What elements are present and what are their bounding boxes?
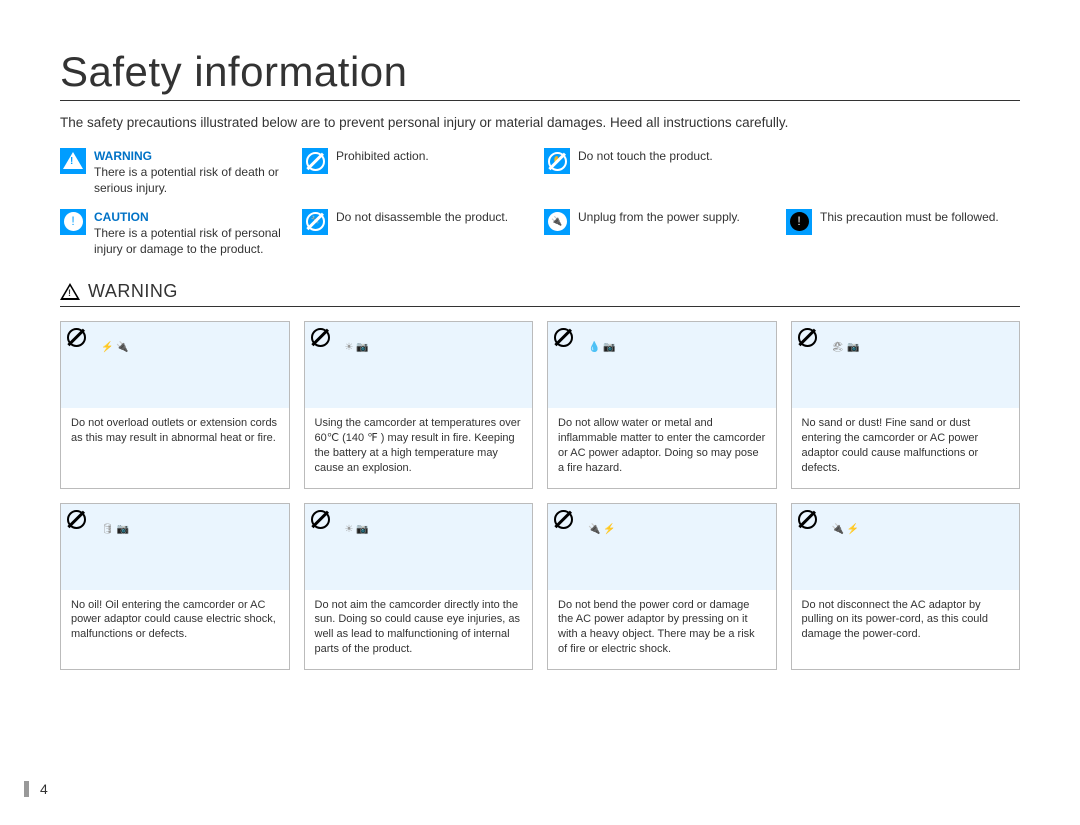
legend-grid: WARNING There is a potential risk of dea…	[60, 148, 1020, 257]
legend-no-disassemble: 🔧 Do not disassemble the product.	[302, 209, 536, 258]
legend-must-follow-text: This precaution must be followed.	[820, 209, 1020, 225]
card-text: Do not overload outlets or extension cor…	[61, 408, 289, 458]
card-text: Do not allow water or metal and inflamma…	[548, 408, 776, 487]
prohibited-icon	[302, 148, 328, 174]
prohibit-icon	[67, 328, 86, 347]
illustration: 🔌 ⚡	[832, 524, 860, 535]
illustration: 🔌 ⚡	[588, 524, 616, 535]
card-grid-row2: 🛢 📷 No oil! Oil entering the camcorder o…	[60, 503, 1020, 670]
prohibit-icon	[311, 510, 330, 529]
illustration: ☀ 📷	[345, 342, 369, 353]
intro-text: The safety precautions illustrated below…	[60, 115, 1020, 130]
illustration: 🏖 📷	[832, 342, 860, 353]
card-text: No sand or dust! Fine sand or dust enter…	[792, 408, 1020, 487]
page-edge-marker	[24, 781, 29, 797]
legend-warning-label: WARNING	[94, 148, 294, 164]
legend-warning-text: There is a potential risk of death or se…	[94, 164, 294, 196]
prohibit-icon	[554, 510, 573, 529]
unplug-icon: 🔌	[544, 209, 570, 235]
legend-prohibited-text: Prohibited action.	[336, 148, 536, 164]
no-touch-icon: ✋	[544, 148, 570, 174]
prohibit-icon	[798, 510, 817, 529]
page-number: 4	[40, 781, 48, 797]
card-sand-dust: 🏖 📷 No sand or dust! Fine sand or dust e…	[791, 321, 1021, 488]
no-disassemble-icon: 🔧	[302, 209, 328, 235]
card-grid-row1: ⚡ 🔌 Do not overload outlets or extension…	[60, 321, 1020, 488]
warning-section-icon: !	[60, 283, 80, 300]
caution-circle-icon: !	[60, 209, 86, 235]
legend-caution: ! CAUTION There is a potential risk of p…	[60, 209, 294, 258]
legend-no-disassemble-text: Do not disassemble the product.	[336, 209, 536, 225]
warning-section-title: WARNING	[88, 281, 178, 302]
card-text: Do not aim the camcorder directly into t…	[305, 590, 533, 669]
legend-warning: WARNING There is a potential risk of dea…	[60, 148, 294, 197]
card-water-metal: 💧 📷 Do not allow water or metal and infl…	[547, 321, 777, 488]
illustration: 🛢 📷	[101, 524, 129, 535]
card-overload: ⚡ 🔌 Do not overload outlets or extension…	[60, 321, 290, 488]
card-text: Do not bend the power cord or damage the…	[548, 590, 776, 669]
card-oil: 🛢 📷 No oil! Oil entering the camcorder o…	[60, 503, 290, 670]
prohibit-icon	[798, 328, 817, 347]
card-temperature: ☀ 📷 Using the camcorder at temperatures …	[304, 321, 534, 488]
legend-caution-text: There is a potential risk of personal in…	[94, 225, 294, 257]
must-follow-icon: !	[786, 209, 812, 235]
legend-caution-label: CAUTION	[94, 209, 294, 225]
card-text: No oil! Oil entering the camcorder or AC…	[61, 590, 289, 655]
legend-no-touch-text: Do not touch the product.	[578, 148, 778, 164]
prohibit-icon	[311, 328, 330, 347]
illustration: ☀ 📷	[345, 524, 369, 535]
illustration: 💧 📷	[588, 342, 616, 353]
warning-triangle-icon	[60, 148, 86, 174]
legend-unplug-text: Unplug from the power supply.	[578, 209, 778, 225]
card-sun: ☀ 📷 Do not aim the camcorder directly in…	[304, 503, 534, 670]
legend-no-touch: ✋ Do not touch the product.	[544, 148, 778, 197]
prohibit-icon	[67, 510, 86, 529]
page-title: Safety information	[60, 48, 1020, 101]
prohibit-icon	[554, 328, 573, 347]
card-bend-cord: 🔌 ⚡ Do not bend the power cord or damage…	[547, 503, 777, 670]
card-pull-cord: 🔌 ⚡ Do not disconnect the AC adaptor by …	[791, 503, 1021, 670]
legend-unplug: 🔌 Unplug from the power supply.	[544, 209, 778, 258]
legend-must-follow: ! This precaution must be followed.	[786, 209, 1020, 258]
card-text: Do not disconnect the AC adaptor by pull…	[792, 590, 1020, 655]
illustration: ⚡ 🔌	[101, 342, 129, 353]
card-text: Using the camcorder at temperatures over…	[305, 408, 533, 487]
legend-prohibited: Prohibited action.	[302, 148, 536, 197]
warning-section-header: ! WARNING	[60, 281, 1020, 307]
